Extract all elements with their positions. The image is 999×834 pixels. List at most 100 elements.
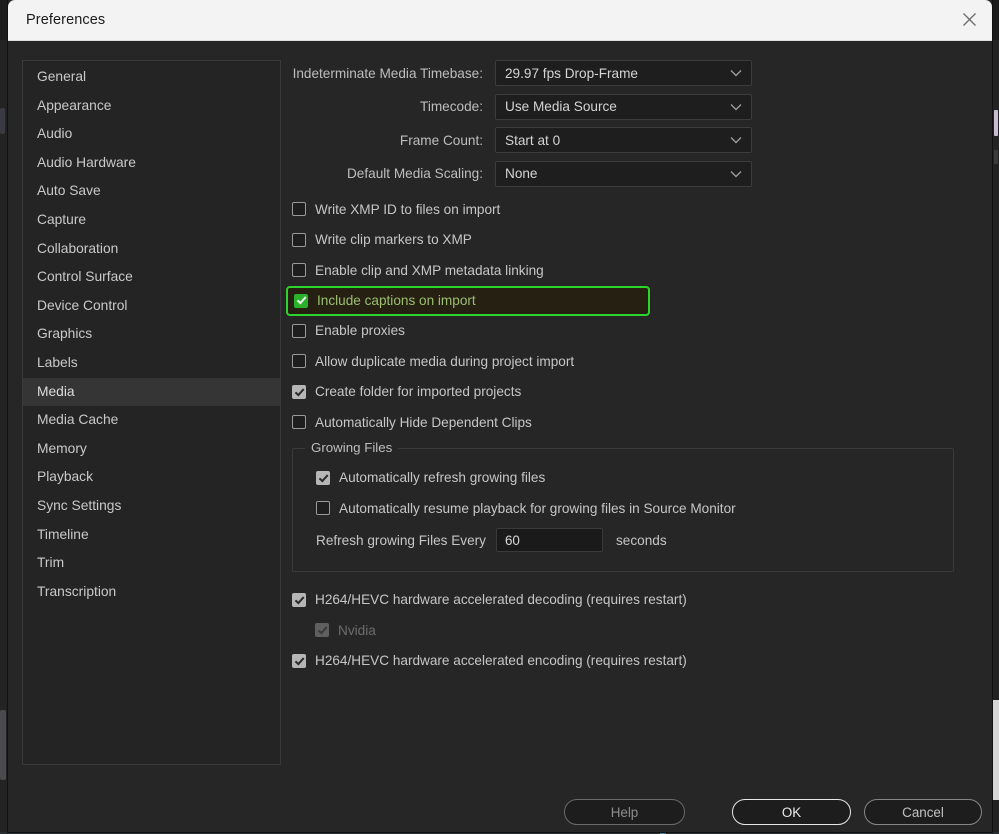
refresh-interval-input[interactable] — [496, 528, 603, 552]
setting-row-default-media-scaling: Default Media Scaling:None — [281, 161, 972, 187]
sidebar-item-audio-hardware[interactable]: Audio Hardware — [23, 149, 280, 178]
ok-button[interactable]: OK — [732, 799, 851, 825]
checkbox-row-h264-hevc-hardware-accelerated-decoding-requires[interactable]: H264/HEVC hardware accelerated decoding … — [281, 585, 972, 616]
preferences-dialog: Preferences GeneralAppearanceAudioAudio … — [8, 0, 992, 832]
chevron-down-icon — [730, 165, 742, 183]
sidebar-item-appearance[interactable]: Appearance — [23, 92, 280, 121]
sidebar-item-timeline[interactable]: Timeline — [23, 521, 280, 550]
sidebar-wrapper: GeneralAppearanceAudioAudio HardwareAuto… — [8, 41, 281, 772]
preferences-category-list[interactable]: GeneralAppearanceAudioAudio HardwareAuto… — [22, 60, 281, 765]
sidebar-item-graphics[interactable]: Graphics — [23, 320, 280, 349]
dialog-body: GeneralAppearanceAudioAudio HardwareAuto… — [8, 41, 992, 772]
checkbox-write-xmp-id-to-files-on-import[interactable] — [292, 202, 306, 216]
checkbox-automatically-refresh-growing-files[interactable] — [316, 471, 330, 485]
import-options-group: Write XMP ID to files on import Write cli… — [281, 194, 972, 438]
checkbox-row-nvidia[interactable]: Nvidia — [281, 615, 972, 646]
setting-row-frame-count: Frame Count:Start at 0 — [281, 127, 972, 153]
sidebar-item-playback[interactable]: Playback — [23, 463, 280, 492]
checkbox-h264-hevc-hardware-accelerated-encoding-requires[interactable] — [292, 654, 306, 668]
checkbox-label: Automatically refresh growing files — [339, 470, 545, 485]
growing-files-legend: Growing Files — [305, 440, 398, 455]
dropdown-value: None — [496, 166, 538, 181]
setting-label-frame-count: Frame Count: — [281, 133, 495, 148]
dialog-title: Preferences — [8, 12, 105, 28]
background-right-panel — [992, 40, 999, 834]
dropdown-timecode[interactable]: Use Media Source — [495, 94, 752, 120]
checkbox-h264-hevc-hardware-accelerated-decoding-requires[interactable] — [292, 593, 306, 607]
checkbox-automatically-resume-playback-for-growing-files-[interactable] — [316, 501, 330, 515]
sidebar-item-memory[interactable]: Memory — [23, 435, 280, 464]
checkbox-label: Include captions on import — [317, 293, 476, 308]
dropdown-settings-group: Indeterminate Media Timebase:29.97 fps D… — [281, 60, 972, 187]
checkbox-row-enable-proxies[interactable]: Enable proxies — [281, 316, 972, 347]
dialog-titlebar: Preferences — [8, 0, 992, 41]
checkbox-label: Automatically Hide Dependent Clips — [315, 415, 532, 430]
dropdown-default-media-scaling[interactable]: None — [495, 161, 752, 187]
checkbox-label: Enable proxies — [315, 323, 405, 338]
sidebar-item-control-surface[interactable]: Control Surface — [23, 263, 280, 292]
background-tab-accent-lower — [0, 710, 6, 780]
sidebar-item-audio[interactable]: Audio — [23, 120, 280, 149]
help-button[interactable]: Help — [564, 799, 685, 825]
checkbox-include-captions-on-import[interactable] — [294, 294, 308, 308]
checkbox-row-enable-clip-and-xmp-metadata-linking[interactable]: Enable clip and XMP metadata linking — [281, 255, 972, 286]
checkbox-label: Nvidia — [338, 623, 376, 638]
checkbox-automatically-hide-dependent-clips[interactable] — [292, 415, 306, 429]
sidebar-item-transcription[interactable]: Transcription — [23, 578, 280, 607]
setting-row-indeterminate-media-timebase: Indeterminate Media Timebase:29.97 fps D… — [281, 60, 972, 86]
growing-files-group: Growing Files Automatically refresh grow… — [292, 448, 954, 572]
dropdown-frame-count[interactable]: Start at 0 — [495, 127, 752, 153]
checkbox-label: Write XMP ID to files on import — [315, 202, 500, 217]
checkbox-row-write-clip-markers-to-xmp[interactable]: Write clip markers to XMP — [281, 225, 972, 256]
checkbox-enable-clip-and-xmp-metadata-linking[interactable] — [292, 263, 306, 277]
cancel-button[interactable]: Cancel — [864, 799, 982, 825]
checkbox-label: H264/HEVC hardware accelerated encoding … — [315, 653, 687, 668]
dialog-footer: Help OK Cancel — [8, 772, 992, 832]
setting-label-default-media-scaling: Default Media Scaling: — [281, 166, 495, 181]
checkbox-allow-duplicate-media-during-project-import[interactable] — [292, 354, 306, 368]
sidebar-item-media-cache[interactable]: Media Cache — [23, 406, 280, 435]
checkbox-label: Create folder for imported projects — [315, 384, 521, 399]
hardware-acceleration-group: H264/HEVC hardware accelerated decoding … — [281, 585, 972, 677]
background-chip-lower — [993, 700, 999, 800]
checkbox-row-write-xmp-id-to-files-on-import[interactable]: Write XMP ID to files on import — [281, 194, 972, 225]
sidebar-item-capture[interactable]: Capture — [23, 206, 280, 235]
chevron-down-icon — [730, 64, 742, 82]
background-chip-upper — [994, 110, 998, 136]
sidebar-item-collaboration[interactable]: Collaboration — [23, 235, 280, 264]
checkbox-label: Allow duplicate media during project imp… — [315, 354, 574, 369]
refresh-interval-row: Refresh growing Files Every seconds — [293, 524, 953, 557]
dropdown-value: Start at 0 — [496, 133, 560, 148]
checkbox-row-automatically-refresh-growing-files[interactable]: Automatically refresh growing files — [293, 463, 953, 494]
media-preferences-panel: Indeterminate Media Timebase:29.97 fps D… — [281, 41, 992, 772]
sidebar-item-general[interactable]: General — [23, 63, 280, 92]
sidebar-item-sync-settings[interactable]: Sync Settings — [23, 492, 280, 521]
checkbox-create-folder-for-imported-projects[interactable] — [292, 385, 306, 399]
background-chip-middle — [994, 150, 998, 164]
sidebar-item-device-control[interactable]: Device Control — [23, 292, 280, 321]
background-tab-accent — [0, 108, 5, 134]
checkbox-write-clip-markers-to-xmp[interactable] — [292, 233, 306, 247]
growing-files-checkboxes: Automatically refresh growing files Autom… — [293, 463, 953, 524]
sidebar-item-trim[interactable]: Trim — [23, 549, 280, 578]
checkbox-row-create-folder-for-imported-projects[interactable]: Create folder for imported projects — [281, 377, 972, 408]
checkbox-enable-proxies[interactable] — [292, 324, 306, 338]
close-icon[interactable] — [946, 0, 992, 39]
checkbox-row-include-captions-on-import[interactable]: Include captions on import — [286, 286, 650, 316]
refresh-interval-label: Refresh growing Files Every — [316, 533, 486, 548]
sidebar-item-labels[interactable]: Labels — [23, 349, 280, 378]
sidebar-item-media[interactable]: Media — [23, 378, 280, 407]
checkbox-row-automatically-resume-playback-for-growing-files-[interactable]: Automatically resume playback for growin… — [293, 493, 953, 524]
setting-label-timecode: Timecode: — [281, 99, 495, 114]
checkbox-nvidia[interactable] — [315, 623, 329, 637]
background-left-panel — [0, 40, 8, 834]
checkbox-label: Enable clip and XMP metadata linking — [315, 263, 544, 278]
dropdown-value: Use Media Source — [496, 99, 617, 114]
setting-row-timecode: Timecode:Use Media Source — [281, 94, 972, 120]
checkbox-label: H264/HEVC hardware accelerated decoding … — [315, 592, 687, 607]
checkbox-row-h264-hevc-hardware-accelerated-encoding-requires[interactable]: H264/HEVC hardware accelerated encoding … — [281, 646, 972, 677]
checkbox-row-allow-duplicate-media-during-project-import[interactable]: Allow duplicate media during project imp… — [281, 346, 972, 377]
sidebar-item-auto-save[interactable]: Auto Save — [23, 177, 280, 206]
checkbox-row-automatically-hide-dependent-clips[interactable]: Automatically Hide Dependent Clips — [281, 407, 972, 438]
dropdown-indeterminate-media-timebase[interactable]: 29.97 fps Drop-Frame — [495, 60, 752, 86]
